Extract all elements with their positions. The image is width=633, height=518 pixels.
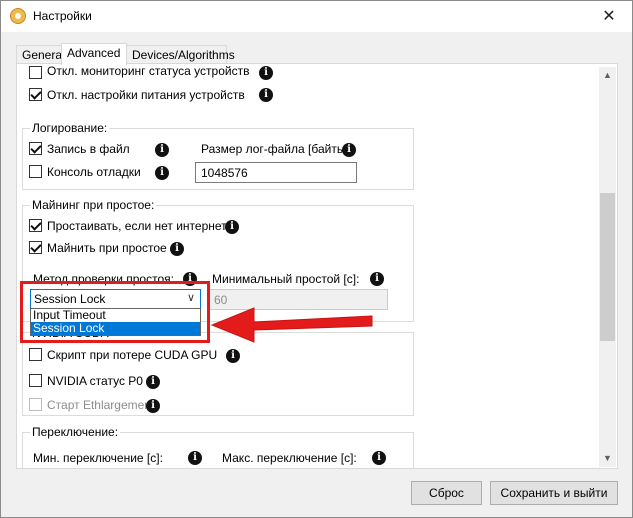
info-icon[interactable]: i: [259, 66, 273, 80]
label-log-file-size: Размер лог-файла [байты]:: [201, 142, 353, 156]
info-icon[interactable]: i: [225, 220, 239, 234]
label-max-switch: Макс. переключение [с]:: [222, 451, 357, 465]
annotation-highlight-box: [20, 281, 210, 343]
advanced-panel: Откл. мониторинг статуса устройств i Отк…: [16, 63, 618, 469]
label-disable-device-status-monitoring: Откл. мониторинг статуса устройств: [47, 64, 250, 78]
tab-devices-algorithms[interactable]: Devices/Algorithms: [126, 45, 235, 64]
group-switching-title: Переключение:: [30, 425, 121, 439]
vertical-scrollbar[interactable]: ▲ ▼: [599, 67, 616, 467]
info-icon[interactable]: i: [170, 242, 184, 256]
info-icon[interactable]: i: [155, 143, 169, 157]
label-debug-console: Консоль отладки: [47, 165, 141, 179]
info-icon[interactable]: i: [155, 166, 169, 180]
checkbox-mine-when-idle[interactable]: [29, 241, 42, 254]
info-icon[interactable]: i: [259, 88, 273, 102]
tab-advanced[interactable]: Advanced: [61, 43, 127, 65]
label-mine-when-idle: Майнить при простое: [47, 241, 167, 255]
info-icon[interactable]: i: [146, 375, 160, 389]
checkbox-disable-power-settings[interactable]: [29, 88, 42, 101]
info-icon[interactable]: i: [372, 451, 386, 465]
label-nvidia-p0: NVIDIA статус P0: [47, 374, 143, 388]
label-ethlargement: Старт Ethlargement: [47, 398, 155, 412]
scroll-down-icon[interactable]: ▼: [599, 450, 616, 467]
save-and-exit-button[interactable]: Сохранить и выйти: [490, 481, 618, 505]
checkbox-ethlargement[interactable]: [29, 398, 42, 411]
label-disable-power-settings: Откл. настройки питания устройств: [47, 88, 245, 102]
window-title: Настройки: [33, 9, 92, 23]
annotation-arrow-icon: [210, 307, 373, 343]
info-icon[interactable]: i: [370, 272, 384, 286]
info-icon[interactable]: i: [342, 143, 356, 157]
tab-general[interactable]: General: [16, 45, 65, 64]
label-min-switch: Мин. переключение [с]:: [33, 451, 163, 465]
group-logging-title: Логирование:: [30, 121, 110, 135]
checkbox-disable-device-status-monitoring[interactable]: [29, 66, 42, 79]
close-button[interactable]: ✕: [586, 1, 632, 32]
checkbox-debug-console[interactable]: [29, 165, 42, 178]
info-icon[interactable]: i: [188, 451, 202, 465]
scroll-thumb[interactable]: [600, 193, 615, 341]
info-icon[interactable]: i: [146, 399, 160, 413]
scroll-up-icon[interactable]: ▲: [599, 67, 616, 84]
checkbox-cuda-script[interactable]: [29, 348, 42, 361]
checkbox-nvidia-p0[interactable]: [29, 374, 42, 387]
checkbox-write-to-file[interactable]: [29, 142, 42, 155]
label-write-to-file: Запись в файл: [47, 142, 130, 156]
settings-window: Настройки ✕ General Advanced Devices/Alg…: [0, 0, 633, 518]
label-cuda-script: Скрипт при потере CUDA GPU: [47, 348, 218, 362]
reset-button[interactable]: Сброс: [411, 481, 482, 505]
title-bar: Настройки ✕: [1, 1, 632, 32]
group-idle-mining-title: Майнинг при простое:: [30, 198, 157, 212]
label-min-idle: Минимальный простой [с]:: [212, 272, 360, 286]
checkbox-idle-no-internet[interactable]: [29, 219, 42, 232]
app-icon: [10, 8, 26, 24]
label-idle-no-internet: Простаивать, если нет интернета: [47, 219, 234, 233]
log-file-size-input[interactable]: 1048576: [195, 162, 357, 183]
